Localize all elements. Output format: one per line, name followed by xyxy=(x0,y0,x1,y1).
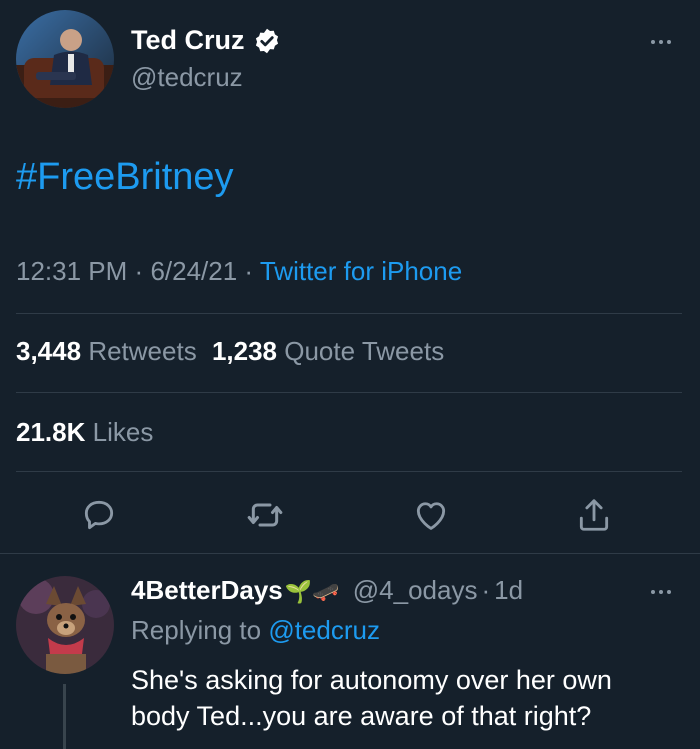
retweets-count: 3,448 xyxy=(16,336,82,366)
thread-line xyxy=(63,684,66,749)
reply-text-line: She's asking for autonomy over her own xyxy=(131,665,612,695)
share-button[interactable] xyxy=(572,495,616,535)
reply-icon xyxy=(84,500,114,530)
more-icon[interactable] xyxy=(651,40,671,44)
replying-to-label: Replying to xyxy=(131,615,262,645)
author-name[interactable]: Ted Cruz xyxy=(131,25,245,56)
replying-to-handle[interactable]: @tedcruz xyxy=(268,615,380,645)
reply-more-icon[interactable] xyxy=(651,590,671,594)
retweets-label: Retweets xyxy=(88,336,197,366)
source-separator: · xyxy=(244,256,254,286)
reply-text-line: body Ted...you are aware of that right? xyxy=(131,701,592,731)
likes-stat[interactable]: 21.8K Likes xyxy=(16,417,153,448)
reply-author-name[interactable]: 4BetterDays xyxy=(131,575,283,605)
replying-to-row: Replying to @tedcruz xyxy=(131,615,380,646)
verified-badge-icon xyxy=(253,27,281,55)
reply-author-emoji: 🌱🛹 xyxy=(284,579,340,604)
like-button[interactable] xyxy=(409,495,453,535)
divider xyxy=(16,471,682,472)
divider xyxy=(0,553,700,554)
reply-separator: · xyxy=(481,575,491,605)
share-icon xyxy=(579,499,609,531)
quotes-label: Quote Tweets xyxy=(284,336,445,366)
quotes-count: 1,238 xyxy=(211,336,278,366)
reply-text[interactable]: She's asking for autonomy over her own b… xyxy=(131,662,612,734)
author-avatar[interactable] xyxy=(16,10,114,108)
retweets-stat[interactable]: 3,448 Retweets xyxy=(16,336,204,366)
reply-author-row: 4BetterDays🌱🛹 @4_odays · 1d xyxy=(131,575,523,606)
reply-button[interactable] xyxy=(77,495,121,535)
likes-label: Likes xyxy=(92,417,154,447)
author-name-row: Ted Cruz xyxy=(131,25,281,56)
divider xyxy=(16,392,682,393)
reply-author-handle[interactable]: @4_odays xyxy=(353,575,478,605)
timestamp-row: 12:31 PM · 6/24/21 · Twitter for iPhone xyxy=(16,256,462,287)
likes-count: 21.8K xyxy=(16,417,86,447)
quotes-stat[interactable]: 1,238 Quote Tweets xyxy=(212,336,444,366)
retweet-button[interactable] xyxy=(243,495,287,535)
tweet-time[interactable]: 12:31 PM xyxy=(16,256,127,286)
author-handle[interactable]: @tedcruz xyxy=(131,62,243,93)
tweet-hashtag[interactable]: #FreeBritney xyxy=(16,156,234,199)
tweet-date[interactable]: 6/24/21 xyxy=(150,256,237,286)
divider xyxy=(16,313,682,314)
reply-age[interactable]: 1d xyxy=(494,575,523,605)
reply-author-avatar[interactable] xyxy=(16,576,114,674)
retweet-icon xyxy=(247,503,283,527)
like-icon xyxy=(416,502,446,530)
engagement-row: 3,448 Retweets 1,238 Quote Tweets xyxy=(16,336,444,367)
tweet-source[interactable]: Twitter for iPhone xyxy=(260,256,462,286)
timestamp-separator: · xyxy=(134,256,144,286)
